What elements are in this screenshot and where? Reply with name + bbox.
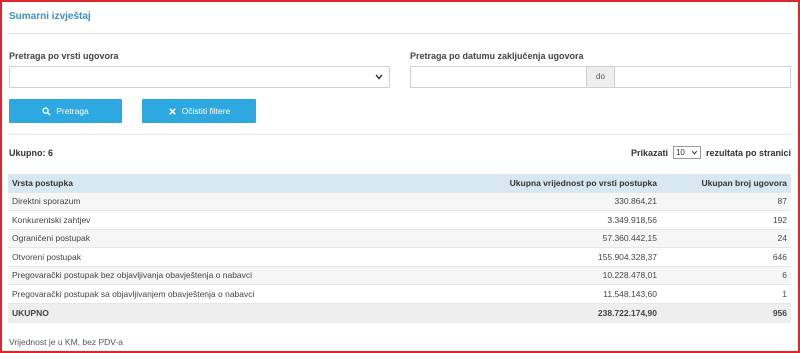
total-value-cell: 10.228.478,01 [421,265,661,285]
procedure-type-cell: Direktni sporazum [8,191,421,211]
chevron-down-icon [375,74,383,80]
table-row: Konkurentski zahtjev 3.349.918,56 192 [8,210,791,229]
procedure-type-cell: Pregovarački postupak sa objavljivanjem … [8,284,421,303]
procedure-type-cell: Otvoreni postupak [8,247,421,266]
contract-count-cell: 1 [661,284,791,303]
clear-filters-button[interactable]: Očistiti filtere [142,99,256,123]
total-value-sum-cell: 238.722.174,90 [421,302,661,323]
page-size-control: Prikazati 10 rezultata po stranici [631,146,791,159]
currency-note: Vrijednost je u KM, bez PDV-a [9,337,124,347]
contract-count-cell: 6 [661,265,791,285]
date-from-input[interactable] [410,66,587,88]
table-total-row: UKUPNO 238.722.174,90 956 [8,302,791,323]
search-button-label: Pretraga [56,106,89,116]
show-label: Prikazati [630,147,668,158]
total-value-cell: 155.904.328,37 [421,247,661,266]
search-icon [42,106,51,116]
date-to-input[interactable] [614,66,791,88]
total-count: Ukupno: 6 [9,148,53,158]
per-page-label: rezultata po stranici [705,147,791,158]
column-header-total-value[interactable]: Ukupna vrijednost po vrsti postupka [421,174,661,192]
table-row: Otvoreni postupak 155.904.328,37 646 [8,247,791,266]
table-row: Pregovarački postupak sa objavljivanjem … [8,284,791,303]
clear-filters-label: Očistiti filtere [181,106,231,116]
summary-table: Vrsta postupka Ukupna vrijednost po vrst… [8,174,791,323]
column-header-contract-count[interactable]: Ukupan broj ugovora [661,174,791,192]
procedure-type-cell: Ograničeni postupak [8,228,421,248]
total-label-cell: UKUPNO [8,302,421,323]
divider [7,33,793,34]
contract-date-label: Pretraga po datumu zaključenja ugovora [410,51,584,61]
table-row: Pregovarački postupak bez objavljivanja … [8,265,791,285]
contract-count-cell: 192 [661,210,791,229]
procedure-type-cell: Konkurentski zahtjev [8,210,421,229]
total-value-cell: 3.349.918,56 [421,210,661,229]
table-row: Direktni sporazum 330.864,21 87 [8,191,791,211]
contract-type-select[interactable] [9,66,390,88]
total-count-sum-cell: 956 [661,302,791,323]
chevron-down-icon [691,150,698,155]
page-title: Sumarni izvještaj [9,11,91,22]
date-separator: do [587,66,614,88]
total-value-cell: 11.548.143,60 [421,284,661,303]
contract-count-cell: 646 [661,247,791,266]
contract-type-label: Pretraga po vrsti ugovora [9,51,119,61]
column-header-procedure-type[interactable]: Vrsta postupka [8,174,421,192]
page-size-select[interactable]: 10 [672,146,701,159]
procedure-type-cell: Pregovarački postupak bez objavljivanja … [8,265,421,285]
close-icon [168,107,176,115]
page-size-value: 10 [675,148,685,157]
total-value-cell: 57.360.442,15 [421,228,661,248]
contract-count-cell: 24 [661,228,791,248]
total-value-cell: 330.864,21 [421,191,661,211]
divider [7,134,793,135]
contract-count-cell: 87 [661,191,791,211]
search-button[interactable]: Pretraga [9,99,122,123]
table-header-row: Vrsta postupka Ukupna vrijednost po vrst… [8,174,791,192]
table-row: Ograničeni postupak 57.360.442,15 24 [8,228,791,248]
